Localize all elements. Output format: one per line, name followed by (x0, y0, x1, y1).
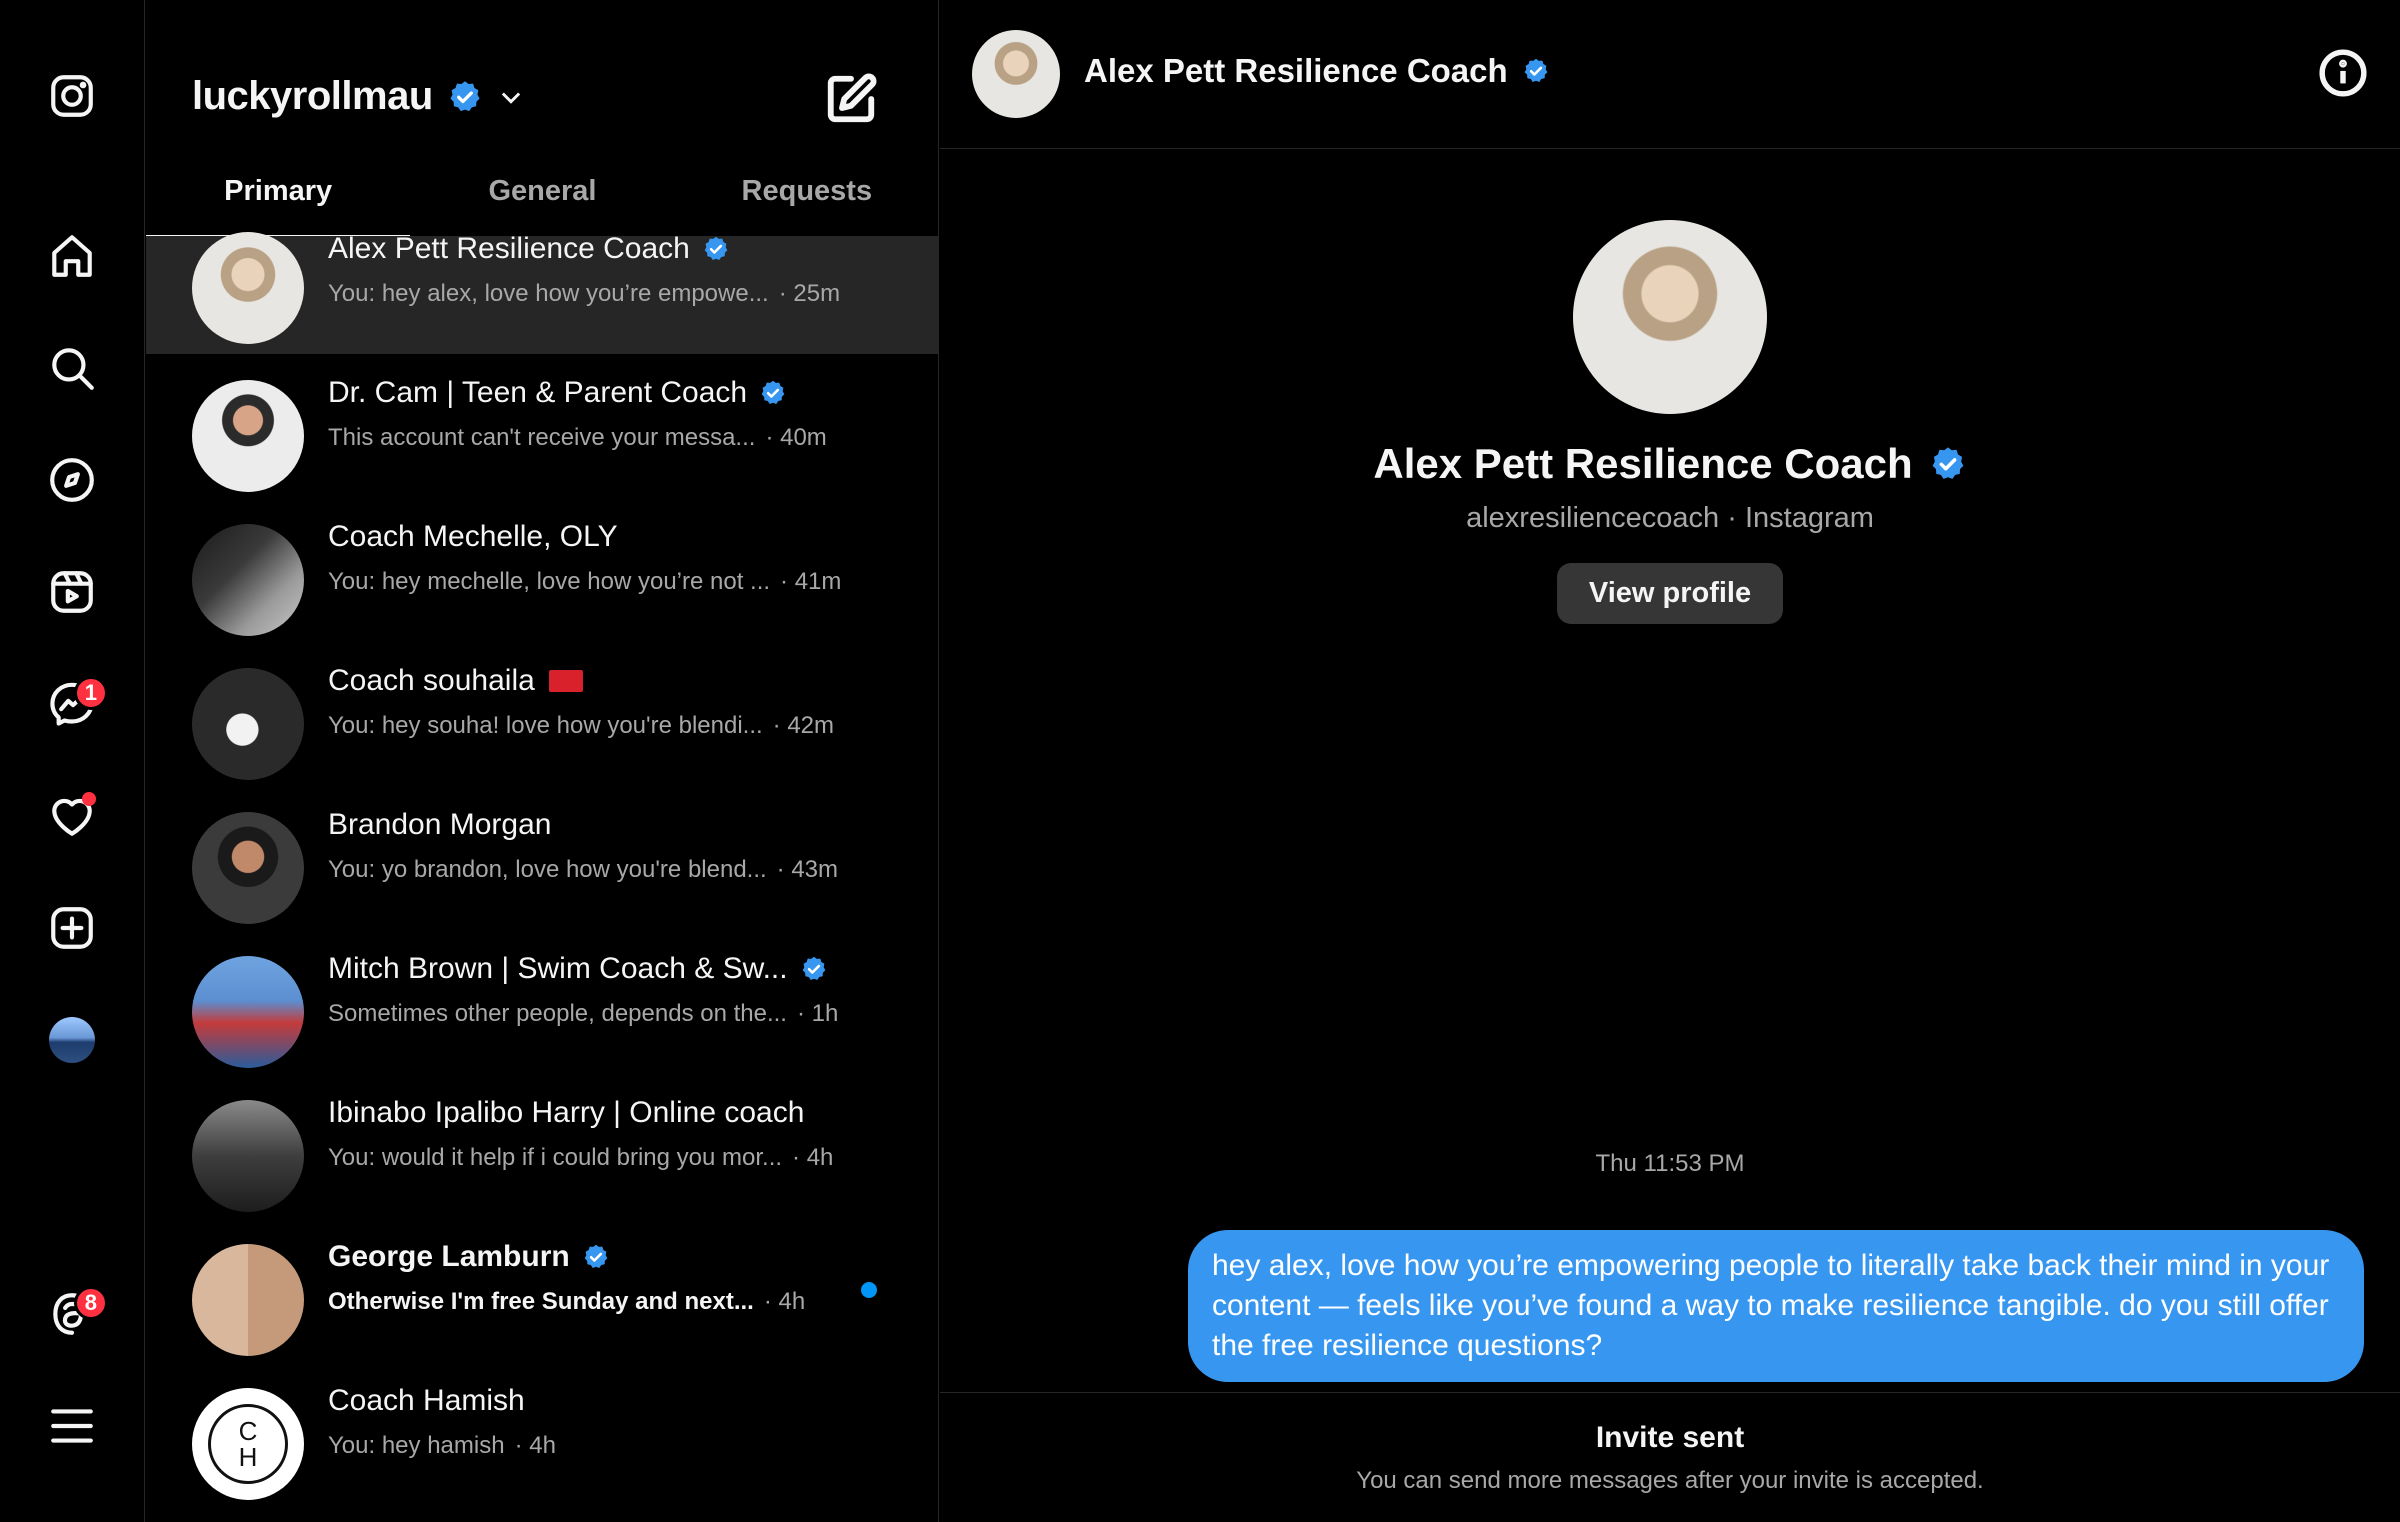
profile-name-text: Alex Pett Resilience Coach (1373, 440, 1913, 487)
thread-avatar: CH (192, 1388, 304, 1500)
verified-badge-icon (1929, 445, 1967, 483)
account-username: luckyrollmau (192, 74, 433, 118)
instagram-logo-icon[interactable] (42, 66, 102, 126)
thread-time: · 43m (776, 856, 839, 883)
thread-name: Coach souhaila (328, 664, 535, 697)
thread-item[interactable]: Ibinabo Ipalibo Harry | Online coach You… (146, 1074, 938, 1218)
threads-badge: 8 (73, 1286, 108, 1320)
messages-icon[interactable]: 1 (42, 674, 108, 734)
new-message-button[interactable] (824, 72, 878, 126)
thread-time: · 4h (792, 1144, 834, 1171)
threads-icon[interactable]: 8 (42, 1284, 108, 1344)
verified-badge-icon (1522, 57, 1550, 85)
thread-preview: Sometimes other people, depends on the..… (328, 1000, 787, 1027)
tab-general[interactable]: General (410, 165, 674, 236)
thread-time: · 4h (514, 1432, 556, 1459)
chat-header: Alex Pett Resilience Coach (940, 0, 2400, 149)
info-icon (2319, 49, 2367, 97)
view-profile-button[interactable]: View profile (1556, 563, 1784, 624)
chat-header-avatar[interactable] (972, 30, 1060, 118)
nav-rail: 1 8 (0, 0, 145, 1522)
thread-name: Coach Hamish (328, 1384, 525, 1417)
thread-name: George Lamburn (328, 1240, 570, 1273)
thread-time: · 1h (796, 1000, 839, 1027)
flag-icon (548, 670, 583, 692)
invite-title: Invite sent (1595, 1421, 1745, 1454)
create-icon[interactable] (42, 898, 102, 958)
tab-requests[interactable]: Requests (675, 165, 938, 236)
verified-badge-icon (447, 79, 483, 115)
conversation-info-button[interactable] (2318, 48, 2368, 98)
thread-preview: You: yo brandon, love how you're blend..… (328, 856, 767, 883)
thread-item[interactable]: CH Coach Hamish You: hey hamish · 4h (146, 1362, 938, 1506)
thread-avatar (192, 380, 304, 492)
thread-name: Brandon Morgan (328, 808, 552, 841)
thread-item[interactable]: Dr. Cam | Teen & Parent Coach This accou… (146, 354, 938, 498)
thread-avatar (192, 1100, 304, 1212)
thread-time: · 4h (763, 1288, 806, 1315)
notification-dot (82, 792, 96, 806)
thread-preview: You: would it help if i could bring you … (328, 1144, 783, 1171)
thread-item[interactable]: Coach Mechelle, OLY You: hey mechelle, l… (146, 498, 938, 642)
thread-avatar (192, 956, 304, 1068)
verified-badge-icon (582, 1243, 610, 1271)
invite-subtitle: You can send more messages after your in… (1356, 1467, 1984, 1494)
verified-badge-icon (702, 235, 730, 263)
message-timestamp: Thu 11:53 PM (1595, 1150, 1745, 1177)
sent-message-bubble[interactable]: hey alex, love how you’re empowering peo… (1188, 1230, 2364, 1382)
account-switcher[interactable]: luckyrollmau (192, 74, 525, 119)
thread-item[interactable]: George Lamburn Otherwise I'm free Sunday… (146, 1218, 938, 1362)
conversation-list-panel: luckyrollmau Primary General Requests Al… (146, 0, 939, 1522)
thread-name: Alex Pett Resilience Coach (328, 232, 690, 265)
verified-badge-icon (800, 955, 828, 983)
thread-time: · 41m (780, 568, 842, 595)
thread-avatar (192, 1244, 304, 1356)
thread-time: · 40m (765, 424, 827, 451)
profile-card-avatar (1573, 220, 1767, 414)
thread-avatar (192, 232, 304, 344)
thread-preview: This account can't receive your messa... (328, 424, 756, 451)
thread-item[interactable]: Coach souhaila You: hey souha! love how … (146, 642, 938, 786)
coach-hamish-logo: CH (208, 1404, 288, 1484)
thread-avatar (192, 812, 304, 924)
thread-preview: You: hey mechelle, love how you’re not .… (328, 568, 771, 595)
invite-sent-notice: Invite sent You can send more messages a… (940, 1392, 2400, 1522)
profile-card-handle: alexresiliencecoach · Instagram (1466, 502, 1874, 534)
thread-item[interactable]: Brandon Morgan You: yo brandon, love how… (146, 786, 938, 930)
thread-name: Dr. Cam | Teen & Parent Coach (328, 376, 748, 409)
thread-name: Mitch Brown | Swim Coach & Sw... (328, 952, 788, 985)
thread-name: Coach Mechelle, OLY (328, 520, 618, 553)
inbox-tabs: Primary General Requests (146, 165, 938, 237)
thread-list: Alex Pett Resilience Coach You: hey alex… (146, 232, 938, 1506)
home-icon[interactable] (42, 226, 102, 286)
tab-primary[interactable]: Primary (146, 165, 411, 237)
chat-panel: Alex Pett Resilience Coach Alex Pett Res… (940, 0, 2400, 1522)
thread-item[interactable]: Mitch Brown | Swim Coach & Sw... Sometim… (146, 930, 938, 1074)
chat-title: Alex Pett Resilience Coach (1084, 52, 1508, 89)
thread-time: · 42m (772, 712, 835, 739)
thread-preview: You: hey hamish (328, 1432, 505, 1459)
thread-time: · 25m (778, 280, 841, 307)
thread-avatar (192, 524, 304, 636)
notifications-heart-icon[interactable] (42, 786, 102, 846)
thread-item[interactable]: Alex Pett Resilience Coach You: hey alex… (146, 232, 938, 354)
thread-preview: You: hey alex, love how you’re empowe... (328, 280, 769, 307)
profile-avatar[interactable] (42, 1010, 102, 1070)
thread-name: Ibinabo Ipalibo Harry | Online coach (328, 1096, 805, 1129)
chevron-down-icon (497, 83, 525, 111)
thread-preview: Otherwise I'm free Sunday and next... (328, 1288, 754, 1315)
unread-indicator (861, 1282, 877, 1298)
thread-preview: You: hey souha! love how you're blendi..… (328, 712, 763, 739)
chat-header-title-link[interactable]: Alex Pett Resilience Coach (1084, 52, 1550, 90)
search-icon[interactable] (42, 338, 102, 398)
profile-card: Alex Pett Resilience Coach alexresilienc… (940, 220, 2400, 624)
explore-icon[interactable] (42, 450, 102, 510)
menu-icon[interactable] (42, 1396, 102, 1456)
verified-badge-icon (759, 379, 787, 407)
reels-icon[interactable] (42, 562, 102, 622)
profile-card-name: Alex Pett Resilience Coach (1373, 440, 1966, 488)
thread-avatar (192, 668, 304, 780)
messages-badge: 1 (73, 676, 108, 710)
compose-icon (827, 73, 877, 123)
